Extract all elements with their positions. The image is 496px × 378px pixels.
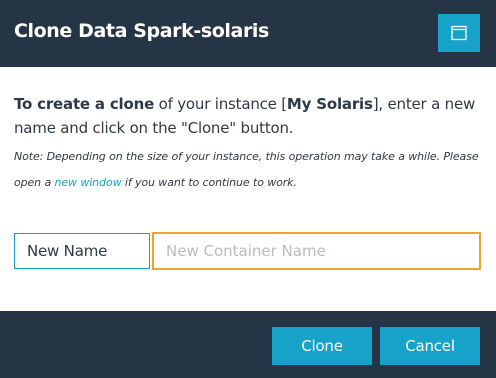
maximize-button[interactable] [438, 14, 480, 52]
note-text: Note: Depending on the size of your inst… [14, 144, 486, 196]
intro-lead: To create a clone [14, 95, 155, 113]
new-name-input[interactable] [152, 232, 481, 270]
dialog-footer: Clone Cancel [0, 311, 496, 378]
new-window-link[interactable]: new window [55, 176, 122, 189]
intro-part1: of your instance [ [154, 95, 287, 113]
dialog-header: Clone Data Spark-solaris [0, 0, 496, 67]
window-maximize-icon [451, 25, 467, 41]
dialog-body: To create a clone of your instance [My S… [0, 67, 496, 311]
instance-name: My Solaris [286, 95, 373, 113]
clone-dialog: Clone Data Spark-solaris To create a clo… [0, 0, 496, 378]
new-name-label: New Name [14, 233, 150, 269]
note-part2: if you want to continue to work. [121, 176, 297, 189]
cancel-button[interactable]: Cancel [380, 327, 480, 365]
clone-button[interactable]: Clone [272, 327, 372, 365]
intro-text: To create a clone of your instance [My S… [14, 92, 484, 140]
dialog-title: Clone Data Spark-solaris [14, 20, 269, 42]
